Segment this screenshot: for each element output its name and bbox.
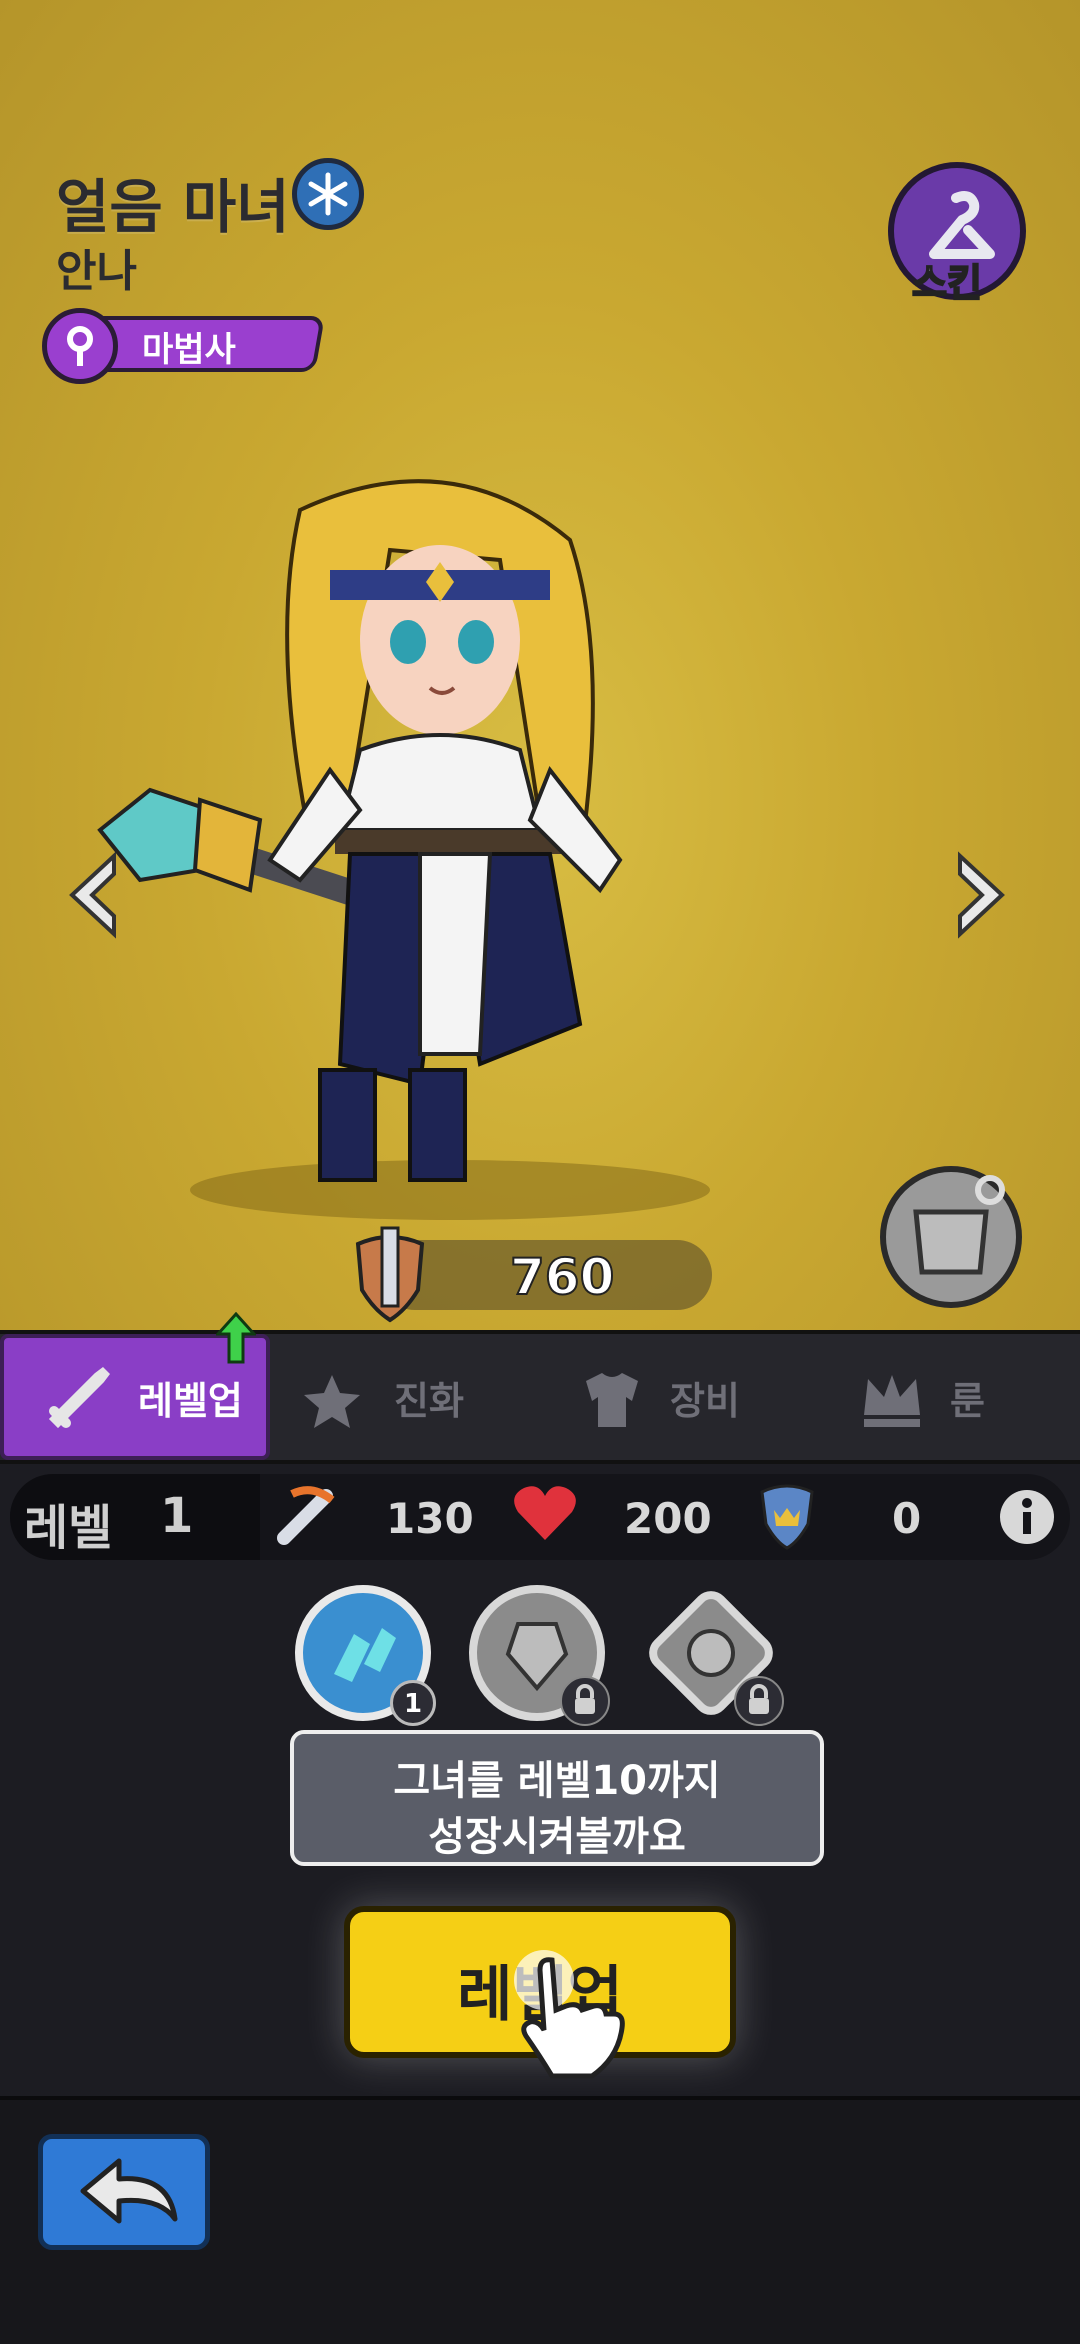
skill-slot-gear[interactable]	[642, 1584, 784, 1726]
power-value: 760	[509, 1247, 615, 1307]
level-label: 레벨	[24, 1500, 113, 1556]
hero-character	[97, 479, 710, 1220]
attack-sword-icon	[277, 1486, 335, 1545]
chain-armor-button[interactable]	[880, 1166, 1022, 1308]
tab-bar: 레벨업 진화 장비 룬	[0, 1330, 1080, 1464]
hero-subtitle: 안나	[56, 246, 137, 297]
snowflake-icon	[292, 158, 364, 230]
back-button[interactable]	[38, 2134, 210, 2250]
hint-line-2: 성장시켜볼까요	[428, 1814, 686, 1860]
class-label: 마법사	[142, 330, 236, 370]
level-value: 1	[160, 1488, 194, 1544]
tab-evolution[interactable]: 진화	[300, 1334, 464, 1460]
armor-icon	[586, 1373, 638, 1427]
next-hero-arrow-icon[interactable]	[950, 850, 1010, 940]
attack-value: 130	[386, 1494, 474, 1543]
info-icon[interactable]	[998, 1488, 1056, 1546]
heart-icon	[514, 1486, 576, 1540]
lock-icon	[560, 1676, 610, 1726]
tab-equipment[interactable]: 장비	[576, 1334, 740, 1460]
upgrade-arrow-icon	[214, 1311, 258, 1364]
health-value: 200	[624, 1494, 712, 1543]
skill-slot-armor[interactable]	[468, 1584, 610, 1726]
tap-hand-icon	[514, 1950, 625, 2079]
skill-level-badge: 1	[390, 1680, 436, 1726]
armor-chain-icon	[913, 1175, 1005, 1275]
class-badge: 마법사	[42, 308, 325, 384]
defense-value: 0	[892, 1494, 922, 1543]
skill-slot-ice[interactable]: 1	[294, 1584, 436, 1726]
hint-line-1: 그녀를 레벨10까지	[393, 1758, 721, 1804]
skin-label: 스킨	[911, 260, 983, 306]
lock-icon	[734, 1676, 784, 1726]
star-sparkle-icon	[304, 1375, 360, 1428]
back-arrow-icon	[80, 2158, 178, 2224]
crown-icon	[864, 1375, 920, 1427]
tab-rune[interactable]: 룬	[856, 1334, 985, 1460]
mage-icon	[42, 308, 118, 384]
hero-name: 얼음 마녀	[56, 173, 290, 241]
defense-shield-icon	[760, 1484, 814, 1550]
sword-icon	[48, 1367, 110, 1429]
shield-sword-icon	[350, 1224, 430, 1324]
